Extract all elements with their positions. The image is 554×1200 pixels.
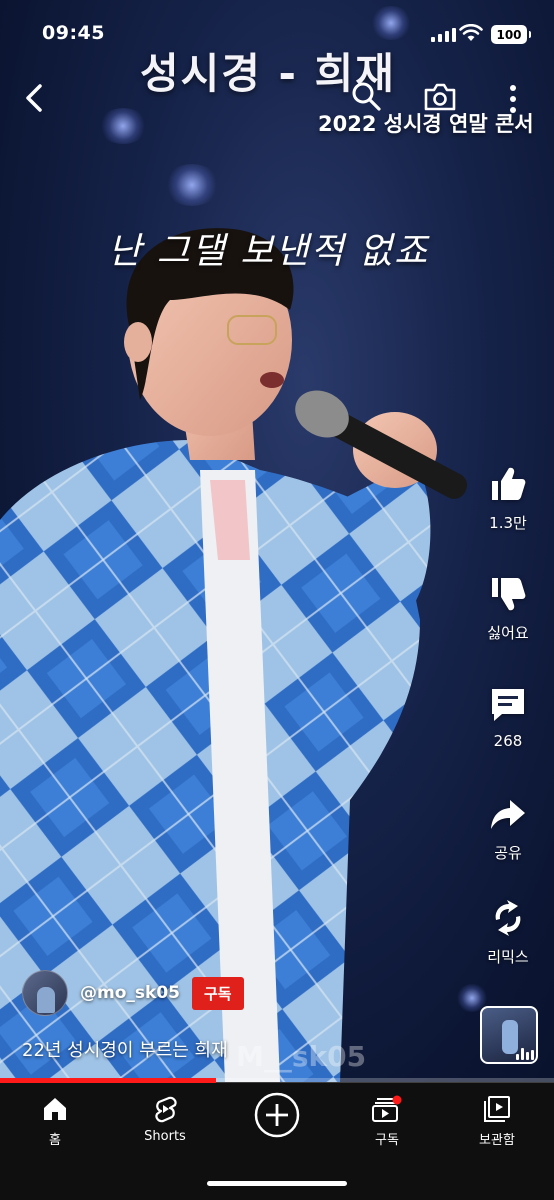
nav-shorts-label: Shorts: [144, 1129, 186, 1144]
comment-count: 268: [493, 732, 523, 750]
comment-icon: [492, 689, 524, 721]
channel-avatar[interactable]: [22, 970, 68, 1016]
remix-button[interactable]: 리믹스: [472, 898, 544, 967]
battery-indicator: 100: [491, 25, 531, 44]
channel-handle[interactable]: @mo_sk05: [80, 983, 180, 1003]
subscriptions-icon: [372, 1095, 402, 1122]
nav-library-label: 보관함: [479, 1133, 515, 1148]
singer-image: [0, 228, 468, 1082]
share-label: 공유: [494, 844, 522, 862]
nav-shorts[interactable]: Shorts: [115, 1095, 215, 1144]
video-description[interactable]: 22년 성시경이 부르는 희재: [22, 1036, 228, 1062]
video-watermark: M__sk05: [236, 1040, 367, 1073]
nav-home[interactable]: 홈: [5, 1095, 105, 1148]
share-icon: [491, 800, 525, 829]
nav-subscriptions[interactable]: 구독: [337, 1095, 437, 1148]
thumb-up-icon: [492, 467, 526, 500]
home-icon: [44, 1098, 66, 1120]
clock: 09:45: [42, 22, 105, 44]
like-count: 1.3만: [489, 514, 527, 532]
like-button[interactable]: 1.3만: [472, 464, 544, 533]
channel-row: @mo_sk05 구독: [22, 970, 244, 1016]
back-arrow-icon[interactable]: [20, 80, 50, 116]
home-indicator: [207, 1181, 347, 1186]
lyric-caption: 난 그댈 보낸적 없죠: [108, 231, 430, 272]
share-button[interactable]: 공유: [472, 794, 544, 863]
nav-home-label: 홈: [49, 1133, 61, 1148]
subscribe-button[interactable]: 구독: [191, 976, 244, 1010]
shorts-icon: [155, 1096, 177, 1123]
dislike-label: 싫어요: [487, 624, 529, 642]
remix-icon: [495, 900, 521, 936]
nav-subscriptions-label: 구독: [375, 1133, 399, 1148]
more-options-icon[interactable]: [506, 84, 520, 114]
camera-icon[interactable]: [423, 82, 457, 112]
audio-wave-icon: [516, 1048, 534, 1060]
video-subtitle-overlay: 2022 성시경 연말 콘서: [318, 112, 534, 136]
comments-button[interactable]: 268: [472, 684, 544, 750]
sound-thumbnail[interactable]: [480, 1006, 538, 1064]
library-icon: [484, 1096, 510, 1122]
video-player[interactable]: [0, 0, 554, 1082]
thumb-down-icon: [492, 578, 526, 611]
wifi-icon: [459, 24, 483, 41]
dislike-button[interactable]: 싫어요: [472, 574, 544, 643]
nav-create[interactable]: [227, 1091, 327, 1139]
cellular-signal-icon: [431, 26, 456, 42]
nav-library[interactable]: 보관함: [447, 1095, 547, 1148]
create-icon: [254, 1092, 300, 1138]
search-icon[interactable]: [350, 80, 382, 112]
remix-label: 리믹스: [487, 948, 529, 966]
